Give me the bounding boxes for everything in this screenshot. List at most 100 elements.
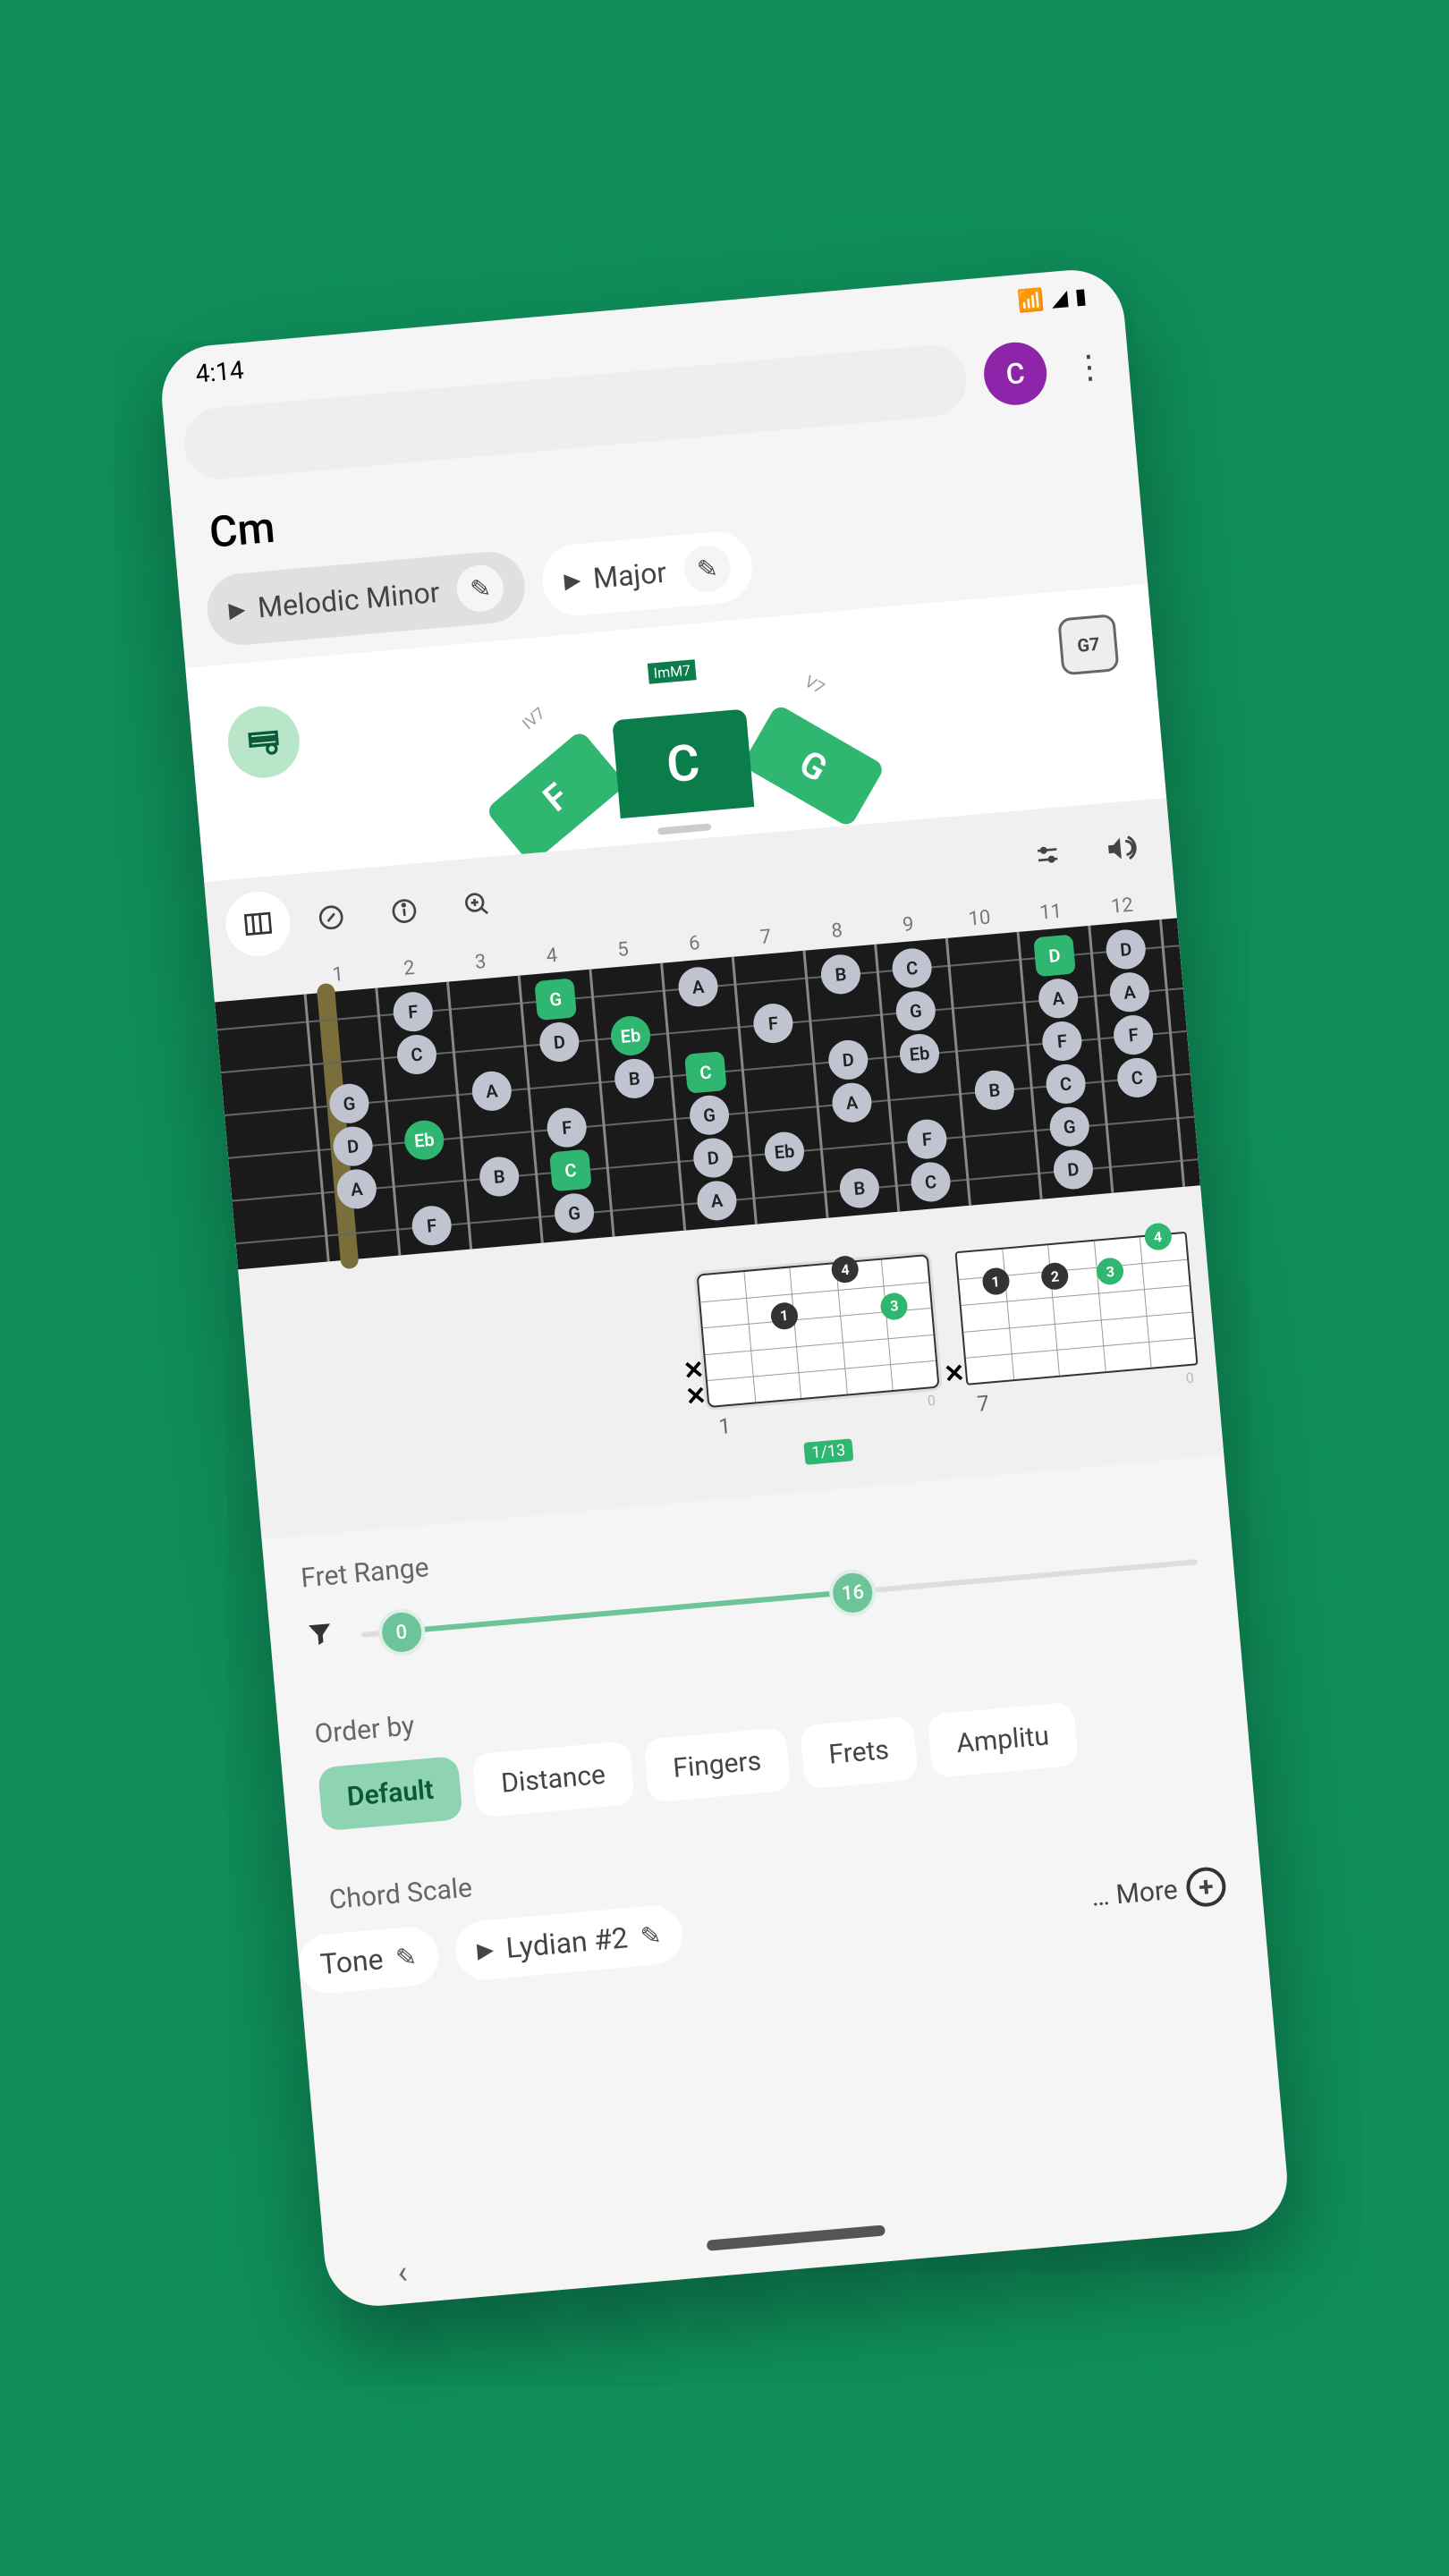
wheel-segment-g[interactable]: G: [741, 703, 886, 827]
chord-grid: ✕ 4 1 2 3: [954, 1232, 1198, 1385]
fretboard-note[interactable]: G: [688, 1094, 731, 1137]
fretboard-note[interactable]: F: [392, 990, 435, 1033]
fretboard-note[interactable]: C: [395, 1033, 438, 1076]
fretboard-note[interactable]: B: [819, 953, 862, 996]
chord-scale-chip-lydian[interactable]: ▶ Lydian #2 ✎: [453, 1903, 685, 1982]
wheel-segment-c[interactable]: C: [612, 708, 754, 818]
library-label: G7: [1076, 633, 1100, 657]
chip-label: Lydian #2: [504, 1920, 629, 1965]
fretboard-note[interactable]: C: [684, 1051, 727, 1094]
fretboard-note[interactable]: C: [910, 1161, 953, 1204]
fretboard-note[interactable]: C: [1045, 1063, 1088, 1106]
fretboard-note[interactable]: D: [691, 1137, 734, 1180]
signal-icon: ◢: [1050, 284, 1069, 311]
fretboard-note[interactable]: F: [752, 1002, 795, 1045]
fretboard-note[interactable]: C: [549, 1149, 592, 1192]
fretboard-note[interactable]: A: [1108, 970, 1151, 1013]
chord-start-fret: 1: [714, 1410, 736, 1444]
edit-icon[interactable]: ✎: [639, 1919, 662, 1951]
settings-sliders-icon[interactable]: [1013, 820, 1082, 890]
fretboard-note[interactable]: D: [1033, 935, 1076, 978]
phone-frame: 4:14 📶 ◢ ▮ C ⋮ Cm ▶ Melodic Minor ✎ ▶ Ma…: [157, 266, 1292, 2310]
zoom-button[interactable]: [443, 869, 513, 939]
fretboard-note[interactable]: A: [831, 1081, 874, 1124]
edit-icon[interactable]: ✎: [394, 1941, 418, 1972]
chip-label: Tone: [319, 1942, 385, 1981]
fretboard-note[interactable]: C: [1115, 1056, 1158, 1099]
wifi-off-icon: 📶: [1016, 287, 1045, 314]
chord-start-fret: 7: [972, 1386, 995, 1420]
play-icon: ▶: [564, 567, 582, 594]
fretboard-note[interactable]: G: [553, 1191, 596, 1234]
visibility-toggle-button[interactable]: [225, 703, 303, 781]
fretboard-note[interactable]: D: [1105, 928, 1148, 971]
fretboard-note[interactable]: A: [470, 1070, 513, 1113]
more-menu-icon[interactable]: ⋮: [1063, 347, 1112, 388]
scale-chip-major[interactable]: ▶ Major ✎: [539, 529, 755, 618]
chord-grid: ✕ ✕ 4 1 3: [697, 1254, 940, 1408]
chord-diagram-card[interactable]: ✕ ✕ 4 1 3 1 0 1/13: [697, 1254, 945, 1473]
play-icon: ▶: [476, 1936, 495, 1963]
fretboard-note[interactable]: Eb: [898, 1032, 941, 1075]
fretboard-note[interactable]: F: [546, 1106, 589, 1149]
fretboard-note[interactable]: G: [534, 978, 577, 1021]
fretboard-note[interactable]: A: [696, 1180, 739, 1223]
fretboard-note[interactable]: C: [891, 947, 934, 990]
fretboard-note[interactable]: D: [538, 1021, 581, 1063]
fretboard-note[interactable]: Eb: [763, 1131, 806, 1174]
fretboard-note[interactable]: Eb: [609, 1014, 652, 1057]
range-max-thumb[interactable]: 16: [827, 1568, 877, 1618]
chord-scale-chip-tone[interactable]: Tone ✎: [296, 1925, 440, 1996]
fretboard-note[interactable]: F: [1041, 1020, 1084, 1063]
back-icon[interactable]: ‹: [396, 2253, 409, 2292]
fretboard-note[interactable]: F: [1112, 1013, 1155, 1056]
edit-icon[interactable]: ✎: [469, 572, 492, 604]
fretboard-note[interactable]: Eb: [402, 1119, 445, 1162]
piano-view-button[interactable]: [224, 889, 293, 959]
order-chip-default[interactable]: Default: [318, 1756, 463, 1831]
chord-library-button[interactable]: G7: [1057, 614, 1119, 675]
wheel-degree-label: V7: [801, 673, 827, 699]
order-chip-distance[interactable]: Distance: [471, 1741, 634, 1818]
fretboard-note[interactable]: B: [973, 1069, 1016, 1112]
chip-label: Major: [592, 555, 668, 596]
fretboard-note[interactable]: B: [478, 1156, 521, 1199]
fretboard-note[interactable]: G: [894, 989, 937, 1032]
sound-button[interactable]: [1086, 814, 1156, 884]
wheel-degree-label: IV7: [519, 704, 549, 733]
fretboard-note[interactable]: F: [411, 1204, 453, 1247]
fretboard-note[interactable]: G: [1048, 1106, 1091, 1148]
chip-label: Melodic Minor: [257, 575, 441, 625]
filter-icon[interactable]: [305, 1619, 336, 1657]
wheel-degree-label: ImM7: [648, 659, 697, 684]
home-pill[interactable]: [707, 2224, 886, 2250]
status-icons: 📶 ◢ ▮: [1016, 284, 1088, 315]
fretboard-note[interactable]: B: [838, 1167, 881, 1210]
more-chord-scales-button[interactable]: … More +: [1089, 1866, 1227, 1917]
edit-icon[interactable]: ✎: [696, 553, 719, 584]
play-icon: ▶: [228, 597, 247, 623]
status-time: 4:14: [194, 355, 245, 389]
avatar[interactable]: C: [981, 340, 1049, 408]
wheel-segment-f[interactable]: F: [485, 730, 627, 865]
fretboard-note[interactable]: A: [677, 965, 720, 1008]
battery-icon: ▮: [1073, 284, 1088, 309]
fretboard-note[interactable]: F: [906, 1118, 949, 1161]
order-chip-frets[interactable]: Frets: [800, 1716, 919, 1789]
avatar-letter: C: [1004, 356, 1026, 392]
info-button[interactable]: [369, 877, 439, 946]
chord-position-badge: 1/13: [804, 1438, 854, 1465]
order-chip-fingers[interactable]: Fingers: [644, 1727, 791, 1803]
fretboard-note[interactable]: D: [1052, 1148, 1095, 1191]
chord-diagram-card[interactable]: ✕ 4 1 2 3 7 0: [954, 1232, 1203, 1451]
android-nav-bar: ‹: [324, 2164, 1292, 2310]
fretboard-note[interactable]: B: [613, 1057, 656, 1100]
range-min-thumb[interactable]: 0: [377, 1607, 427, 1657]
order-chip-amplitu[interactable]: Amplitu: [927, 1702, 1078, 1778]
scale-chip-melodic-minor[interactable]: ▶ Melodic Minor ✎: [204, 549, 528, 648]
fretboard-note[interactable]: D: [826, 1038, 869, 1081]
fretboard-note[interactable]: A: [1037, 977, 1080, 1020]
plus-circle-icon: +: [1185, 1866, 1228, 1909]
more-label: … More: [1090, 1874, 1179, 1912]
edit-button[interactable]: [296, 883, 366, 953]
